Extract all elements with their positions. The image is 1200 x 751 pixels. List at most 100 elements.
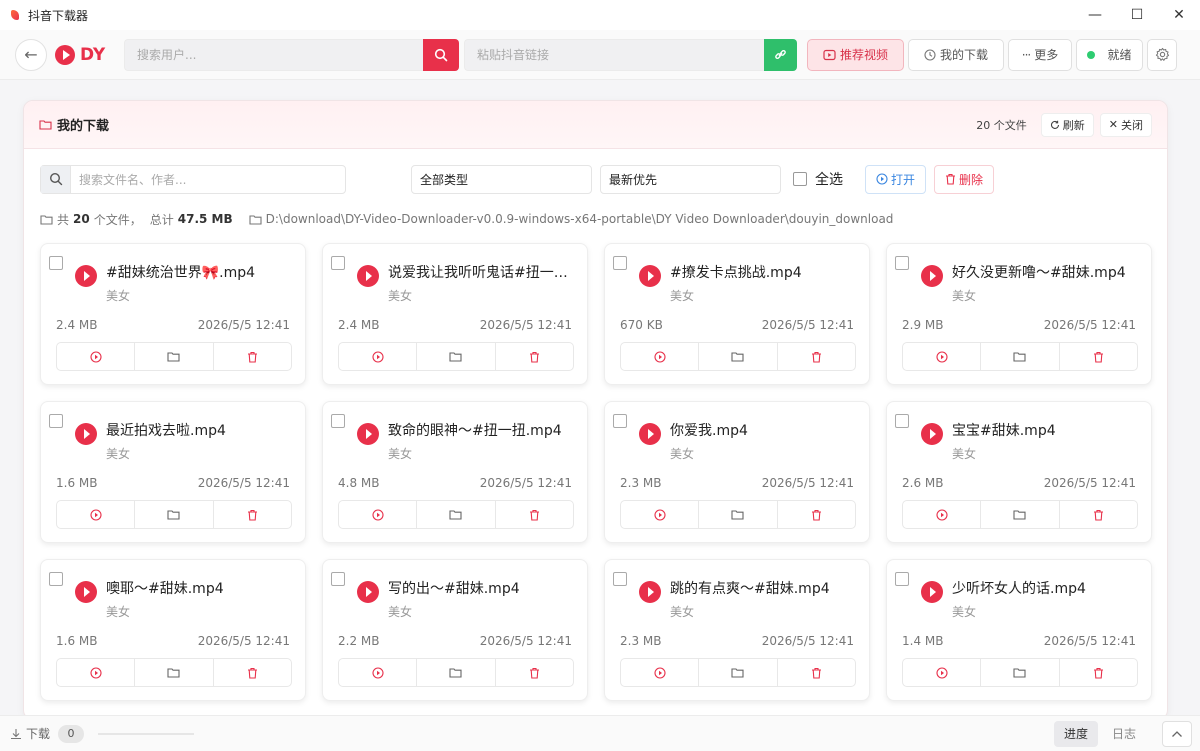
link-parse-button[interactable] [764, 38, 797, 71]
delete-file-button[interactable] [214, 659, 291, 686]
file-select-checkbox[interactable] [613, 572, 627, 586]
file-select-checkbox[interactable] [613, 256, 627, 270]
file-card[interactable]: 最近拍戏去啦.mp4 美女 1.6 MB 2026/5/5 12:41 [40, 401, 306, 543]
close-panel-button[interactable]: ✕ 关闭 [1099, 112, 1152, 137]
file-card[interactable]: 噢耶～#甜妹.mp4 美女 1.6 MB 2026/5/5 12:41 [40, 559, 306, 701]
file-card[interactable]: #撩发卡点挑战.mp4 美女 670 KB 2026/5/5 12:41 [604, 243, 870, 385]
play-file-button[interactable] [339, 659, 418, 686]
delete-file-button[interactable] [778, 659, 855, 686]
file-select-checkbox[interactable] [331, 572, 345, 586]
more-icon: ··· [1021, 47, 1032, 62]
file-card[interactable]: 跳的有点爽～#甜妹.mp4 美女 2.3 MB 2026/5/5 12:41 [604, 559, 870, 701]
open-folder-button[interactable] [699, 501, 778, 528]
file-select-checkbox[interactable] [613, 414, 627, 428]
file-select-checkbox[interactable] [49, 414, 63, 428]
play-icon[interactable] [75, 423, 97, 445]
download-queue[interactable]: 下载 [10, 725, 50, 742]
back-button[interactable]: ← [15, 38, 47, 71]
play-file-button[interactable] [903, 501, 982, 528]
open-folder-button[interactable] [981, 501, 1060, 528]
file-card[interactable]: 你爱我.mp4 美女 2.3 MB 2026/5/5 12:41 [604, 401, 870, 543]
open-folder-button[interactable] [135, 659, 214, 686]
play-file-button[interactable] [339, 501, 418, 528]
play-file-button[interactable] [903, 659, 982, 686]
play-icon[interactable] [75, 581, 97, 603]
delete-file-button[interactable] [496, 501, 573, 528]
play-icon[interactable] [639, 581, 661, 603]
play-icon[interactable] [357, 423, 379, 445]
file-select-checkbox[interactable] [331, 414, 345, 428]
delete-file-button[interactable] [214, 343, 291, 370]
play-file-button[interactable] [621, 501, 700, 528]
delete-file-button[interactable] [1060, 659, 1137, 686]
play-file-button[interactable] [903, 343, 982, 370]
file-card[interactable]: 致命的眼神～#扭一扭.mp4 美女 4.8 MB 2026/5/5 12:41 [322, 401, 588, 543]
my-downloads-button[interactable]: 我的下载 [908, 38, 1004, 71]
recommend-videos-button[interactable]: 推荐视频 [807, 38, 904, 71]
play-file-button[interactable] [57, 501, 136, 528]
file-select-checkbox[interactable] [895, 572, 909, 586]
delete-file-button[interactable] [1060, 343, 1137, 370]
user-search-input[interactable]: 搜索用户... [124, 38, 423, 71]
tab-log[interactable]: 日志 [1102, 721, 1146, 747]
file-select-checkbox[interactable] [49, 256, 63, 270]
open-folder-button[interactable] [699, 343, 778, 370]
select-all[interactable]: 全选 [793, 169, 843, 189]
folder-icon [1013, 510, 1027, 520]
delete-file-button[interactable] [214, 501, 291, 528]
play-icon[interactable] [639, 265, 661, 287]
play-icon[interactable] [921, 581, 943, 603]
file-card[interactable]: #甜妹统治世界🎀.mp4 美女 2.4 MB 2026/5/5 12:41 [40, 243, 306, 385]
more-button[interactable]: ··· 更多 [1008, 38, 1072, 71]
delete-file-button[interactable] [778, 343, 855, 370]
play-icon[interactable] [75, 265, 97, 287]
refresh-button[interactable]: 刷新 [1040, 112, 1094, 137]
minimize-button[interactable]: — [1074, 0, 1116, 30]
play-icon[interactable] [921, 265, 943, 287]
type-select[interactable]: 全部类型 [411, 164, 592, 194]
file-search-input[interactable]: 搜索文件名、作者... [40, 164, 346, 194]
close-window-button[interactable]: ✕ [1158, 0, 1200, 30]
tab-progress[interactable]: 进度 [1053, 720, 1098, 747]
maximize-button[interactable]: ☐ [1116, 0, 1158, 30]
play-icon[interactable] [639, 423, 661, 445]
settings-button[interactable] [1147, 38, 1177, 71]
open-button[interactable]: 打开 [865, 164, 927, 194]
link-input[interactable]: 粘贴抖音链接 [464, 38, 764, 71]
open-folder-button[interactable] [417, 343, 496, 370]
open-folder-button[interactable] [417, 659, 496, 686]
sort-select[interactable]: 最新优先 [600, 164, 781, 194]
file-card[interactable]: 好久没更新噜～#甜妹.mp4 美女 2.9 MB 2026/5/5 12:41 [886, 243, 1152, 385]
user-search-button[interactable] [423, 38, 459, 71]
open-folder-button[interactable] [981, 659, 1060, 686]
file-select-checkbox[interactable] [49, 572, 63, 586]
select-all-checkbox[interactable] [793, 172, 807, 186]
open-folder-button[interactable] [135, 501, 214, 528]
file-card[interactable]: 写的出～#甜妹.mp4 美女 2.2 MB 2026/5/5 12:41 [322, 559, 588, 701]
file-select-checkbox[interactable] [895, 414, 909, 428]
delete-file-button[interactable] [778, 501, 855, 528]
file-card[interactable]: 说爱我让我听听鬼话#扭一扭.mp4 美女 2.4 MB 2026/5/5 12:… [322, 243, 588, 385]
file-select-checkbox[interactable] [895, 256, 909, 270]
play-icon[interactable] [921, 423, 943, 445]
play-file-button[interactable] [57, 659, 136, 686]
play-file-button[interactable] [57, 343, 136, 370]
open-folder-button[interactable] [699, 659, 778, 686]
expand-button[interactable] [1162, 720, 1192, 747]
file-select-checkbox[interactable] [331, 256, 345, 270]
delete-file-button[interactable] [496, 659, 573, 686]
play-file-button[interactable] [339, 343, 418, 370]
open-folder-button[interactable] [417, 501, 496, 528]
open-folder-button[interactable] [981, 343, 1060, 370]
play-icon[interactable] [357, 581, 379, 603]
open-folder-button[interactable] [135, 343, 214, 370]
delete-button[interactable]: 删除 [934, 164, 995, 194]
file-card[interactable]: 宝宝#甜妹.mp4 美女 2.6 MB 2026/5/5 12:41 [886, 401, 1152, 543]
delete-file-button[interactable] [1060, 501, 1137, 528]
delete-file-button[interactable] [496, 343, 573, 370]
file-card[interactable]: 少听坏女人的话.mp4 美女 1.4 MB 2026/5/5 12:41 [886, 559, 1152, 701]
download-path[interactable]: D:\download\DY-Video-Downloader-v0.0.9-w… [266, 212, 894, 226]
play-file-button[interactable] [621, 659, 700, 686]
play-file-button[interactable] [621, 343, 700, 370]
play-icon[interactable] [357, 265, 379, 287]
